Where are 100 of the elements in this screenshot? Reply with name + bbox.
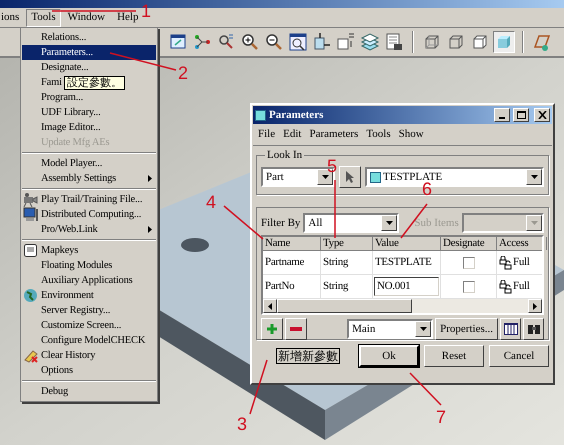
- lock-icon: [499, 256, 513, 270]
- minimize-button[interactable]: [494, 108, 510, 122]
- access-label: Full: [513, 279, 530, 294]
- dialog-button[interactable]: Cancel: [489, 345, 549, 367]
- menu-item[interactable]: Mapkeys: [22, 243, 156, 258]
- columns-icon: [504, 323, 518, 335]
- close-button[interactable]: [534, 108, 550, 122]
- menu-item[interactable]: Debug: [22, 384, 156, 399]
- menu-item[interactable]: Distributed Computing...: [22, 207, 156, 222]
- menu-item[interactable]: Designate...: [22, 60, 156, 75]
- menu-item[interactable]: Auxiliary Applications: [22, 273, 156, 288]
- dropdown-arrow-icon: [530, 175, 538, 179]
- menu-item[interactable]: Relations...: [22, 30, 156, 45]
- menu-item[interactable]: Tools: [363, 126, 394, 143]
- table-cell: PartNo: [263, 275, 321, 298]
- zoom-in-icon: [240, 32, 260, 52]
- computer-icon: [23, 207, 38, 222]
- submenu-arrow-icon: [148, 226, 152, 233]
- field-label: Sub Items: [414, 216, 459, 231]
- checkbox[interactable]: [462, 256, 474, 268]
- maximize-button[interactable]: [513, 108, 529, 122]
- menu-item[interactable]: ions: [0, 8, 24, 26]
- menu-item[interactable]: Floating Modules: [22, 258, 156, 273]
- menu-item[interactable]: Assembly Settings: [22, 171, 156, 186]
- value-input-field[interactable]: NO.001: [374, 277, 439, 296]
- keyboard-key-icon: [23, 243, 38, 258]
- find-button[interactable]: [523, 318, 544, 340]
- camera-icon: [23, 192, 38, 207]
- menu-item[interactable]: Image Editor...: [22, 120, 156, 135]
- checkbox[interactable]: [462, 280, 474, 292]
- table-cell: Partname: [263, 251, 321, 274]
- dropdown-arrow-icon: [386, 221, 393, 225]
- dropdown-arrow-icon: [420, 327, 427, 331]
- menu-item[interactable]: Program...: [22, 90, 156, 105]
- menu-item[interactable]: Help: [112, 8, 144, 26]
- menu-item[interactable]: Customize Screen...: [22, 318, 156, 333]
- view-dropdown[interactable]: Main: [347, 319, 434, 339]
- dialog-button[interactable]: Ok: [359, 345, 419, 367]
- submenu-arrow-icon: [148, 175, 152, 182]
- status-label: 新增新參數: [276, 348, 340, 364]
- scroll-right-icon: [533, 302, 537, 310]
- menu-item[interactable]: Clear History: [22, 348, 156, 363]
- column-header[interactable]: Type: [321, 237, 373, 250]
- minus-icon: [290, 327, 302, 331]
- menu-item[interactable]: Parameters...: [22, 45, 156, 60]
- menu-item[interactable]: Parameters: [306, 126, 362, 143]
- part-icon: [370, 172, 381, 182]
- plus-icon: [266, 323, 278, 335]
- box-arrow-icon: [312, 32, 332, 52]
- layers-icon: [360, 32, 380, 52]
- window-icon: [255, 110, 266, 120]
- tooltip: 設定參數。: [64, 76, 125, 90]
- sub-items-dropdown[interactable]: [462, 213, 544, 233]
- menu-item[interactable]: Edit: [280, 126, 304, 143]
- dialog-title: Parameters: [269, 108, 324, 123]
- filter-dropdown[interactable]: All: [303, 213, 400, 233]
- leader-line: [409, 372, 442, 406]
- menu-item[interactable]: Configure ModelCHECK: [22, 333, 156, 348]
- leader-line: [110, 52, 176, 71]
- toolbar-button[interactable]: [287, 31, 309, 53]
- access-label: Full: [513, 255, 530, 270]
- columns-button[interactable]: [500, 318, 521, 340]
- leader-line: [334, 180, 336, 238]
- leader-line: [249, 360, 268, 414]
- add-button[interactable]: [261, 318, 283, 340]
- dropdown-arrow-icon: [530, 221, 538, 225]
- menu-item[interactable]: Model Player...: [22, 156, 156, 171]
- menu-item[interactable]: Options: [22, 363, 156, 378]
- menu-item[interactable]: File: [255, 126, 278, 143]
- dialog-button[interactable]: Reset: [424, 345, 484, 367]
- close-icon: [538, 111, 546, 119]
- column-header[interactable]: Access: [497, 237, 547, 250]
- callout-number: 2: [178, 64, 188, 82]
- table-cell: TESTPLATE: [373, 251, 441, 274]
- properties-button[interactable]: Properties...: [435, 318, 498, 340]
- table-cell: String: [321, 251, 373, 274]
- binoculars-icon: [526, 323, 540, 335]
- table-cell: String: [321, 275, 373, 298]
- globe-icon: [23, 288, 38, 303]
- lock-icon: [499, 280, 513, 294]
- menu-item[interactable]: Tools: [26, 8, 61, 26]
- dropdown-arrow-icon: [322, 175, 328, 179]
- column-header[interactable]: Value: [373, 237, 441, 250]
- menu-item[interactable]: Play Trail/Training File...: [22, 192, 156, 207]
- callout-number: 4: [206, 193, 216, 211]
- column-header[interactable]: Designate: [441, 237, 497, 250]
- callout-number: 3: [237, 415, 248, 433]
- menu-item[interactable]: Show: [396, 126, 427, 143]
- menu-item[interactable]: UDF Library...: [22, 105, 156, 120]
- zoom-window-icon: [288, 32, 308, 52]
- sheet-icon: [384, 32, 404, 52]
- menu-item[interactable]: Window: [62, 8, 110, 26]
- remove-button[interactable]: [285, 318, 307, 340]
- menu-item[interactable]: Server Registry...: [22, 303, 156, 318]
- menu-item[interactable]: Pro/Web.Link: [22, 222, 156, 237]
- horizontal-scrollbar[interactable]: [263, 299, 542, 313]
- menu-item[interactable]: Environment: [22, 288, 156, 303]
- column-header[interactable]: Name: [263, 237, 321, 250]
- toolbar-button[interactable]: [359, 31, 381, 53]
- select-button[interactable]: [339, 166, 361, 188]
